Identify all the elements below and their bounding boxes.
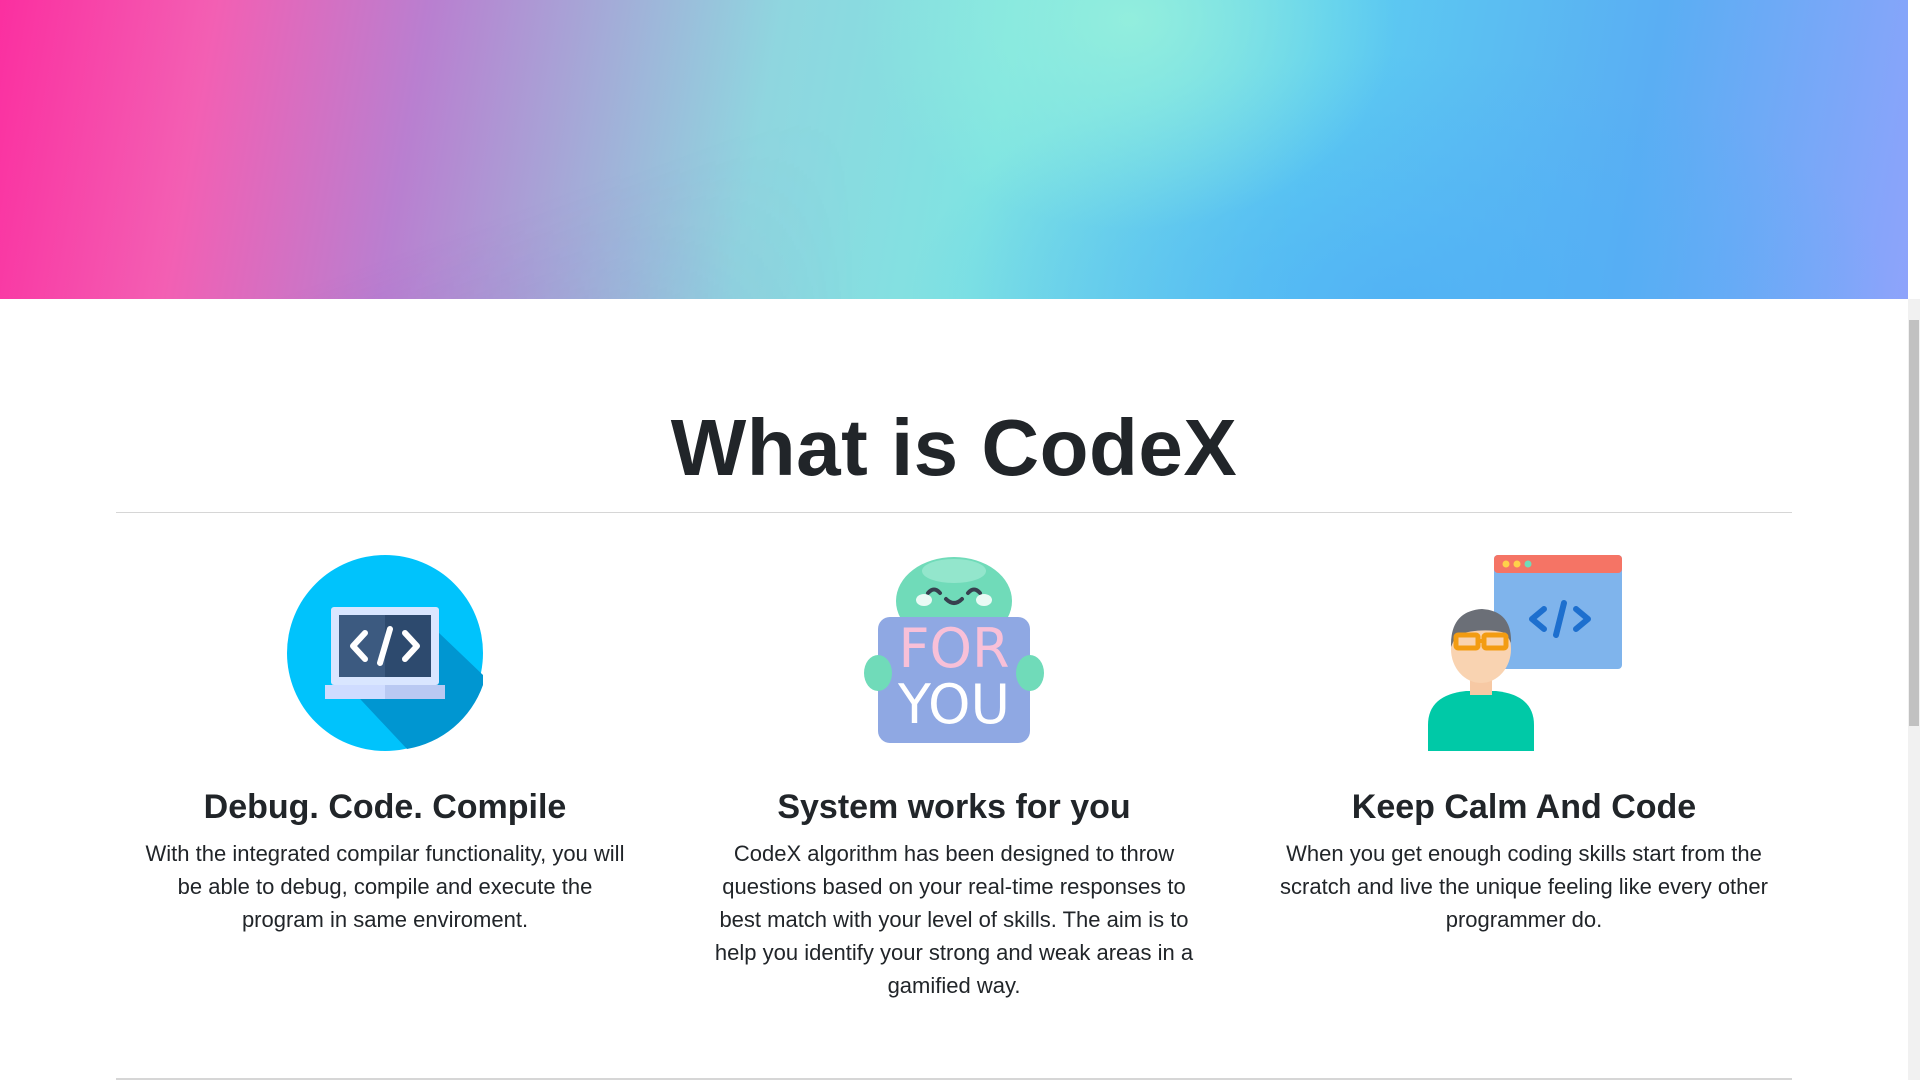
programmer-window-icon (1428, 555, 1622, 751)
feature-title: Debug. Code. Compile (203, 788, 567, 826)
feature-keep-calm-and-code: Keep Calm And Code When you get enough c… (1279, 555, 1769, 936)
section-title: What is CodeX (670, 403, 1238, 492)
for-you-sign-icon: FOR YOU (864, 557, 1044, 743)
feature-system-works-for-you: FOR YOU System works for you CodeX algor… (709, 555, 1199, 1002)
sign-text-you: YOU (897, 673, 1010, 736)
sign-text-for: FOR (898, 617, 1009, 680)
feature-description: CodeX algorithm has been designed to thr… (714, 841, 1194, 998)
hero-gradient-banner (0, 0, 1908, 299)
feature-title: System works for you (777, 788, 1131, 826)
laptop-code-icon (287, 555, 483, 751)
feature-description: When you get enough coding skills start … (1280, 841, 1768, 932)
scrollbar-thumb[interactable] (1909, 320, 1919, 726)
feature-title: Keep Calm And Code (1351, 788, 1697, 826)
feature-debug-code-compile: Debug. Code. Compile With the integrated… (140, 555, 630, 936)
divider-top (116, 512, 1792, 513)
feature-description: With the integrated compilar functionali… (145, 841, 625, 932)
